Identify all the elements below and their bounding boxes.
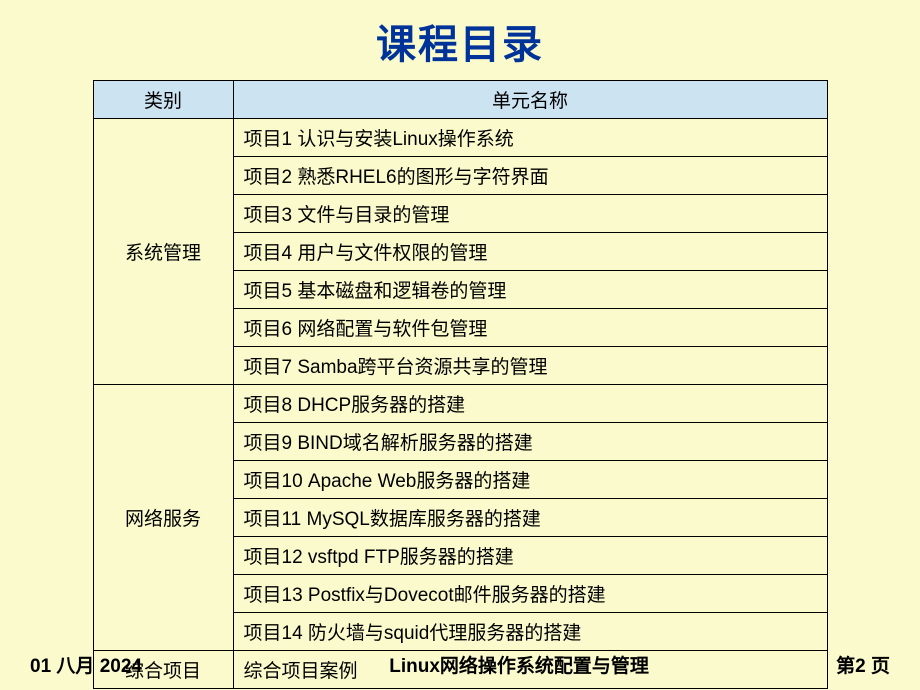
course-table: 类别 单元名称 系统管理 项目1 认识与安装Linux操作系统 项目2 熟悉RH…	[93, 80, 828, 689]
unit-cell: 项目6 网络配置与软件包管理	[233, 309, 827, 347]
category-cell-1: 网络服务	[93, 385, 233, 651]
unit-cell: 项目10 Apache Web服务器的搭建	[233, 461, 827, 499]
footer-page-number: 第2 页	[836, 651, 890, 678]
slide-footer: 01 八月 2024 Linux网络操作系统配置与管理 第2 页	[0, 651, 920, 678]
footer-center-text: Linux网络操作系统配置与管理	[142, 651, 836, 678]
unit-cell: 项目4 用户与文件权限的管理	[233, 233, 827, 271]
table-body: 系统管理 项目1 认识与安装Linux操作系统 项目2 熟悉RHEL6的图形与字…	[93, 119, 827, 689]
table-container: 类别 单元名称 系统管理 项目1 认识与安装Linux操作系统 项目2 熟悉RH…	[0, 80, 920, 689]
unit-cell: 项目2 熟悉RHEL6的图形与字符界面	[233, 157, 827, 195]
unit-cell: 项目7 Samba跨平台资源共享的管理	[233, 347, 827, 385]
unit-cell: 项目12 vsftpd FTP服务器的搭建	[233, 537, 827, 575]
unit-cell: 项目11 MySQL数据库服务器的搭建	[233, 499, 827, 537]
table-row: 网络服务 项目8 DHCP服务器的搭建	[93, 385, 827, 423]
unit-cell: 项目9 BIND域名解析服务器的搭建	[233, 423, 827, 461]
unit-cell: 项目5 基本磁盘和逻辑卷的管理	[233, 271, 827, 309]
table-row: 系统管理 项目1 认识与安装Linux操作系统	[93, 119, 827, 157]
unit-cell: 项目8 DHCP服务器的搭建	[233, 385, 827, 423]
unit-cell: 项目14 防火墙与squid代理服务器的搭建	[233, 613, 827, 651]
category-cell-0: 系统管理	[93, 119, 233, 385]
unit-cell: 项目13 Postfix与Dovecot邮件服务器的搭建	[233, 575, 827, 613]
footer-date: 01 八月 2024	[30, 651, 142, 678]
slide-title: 课程目录	[0, 0, 920, 80]
header-unit-name: 单元名称	[233, 81, 827, 119]
header-category: 类别	[93, 81, 233, 119]
unit-cell: 项目3 文件与目录的管理	[233, 195, 827, 233]
table-header-row: 类别 单元名称	[93, 81, 827, 119]
unit-cell: 项目1 认识与安装Linux操作系统	[233, 119, 827, 157]
